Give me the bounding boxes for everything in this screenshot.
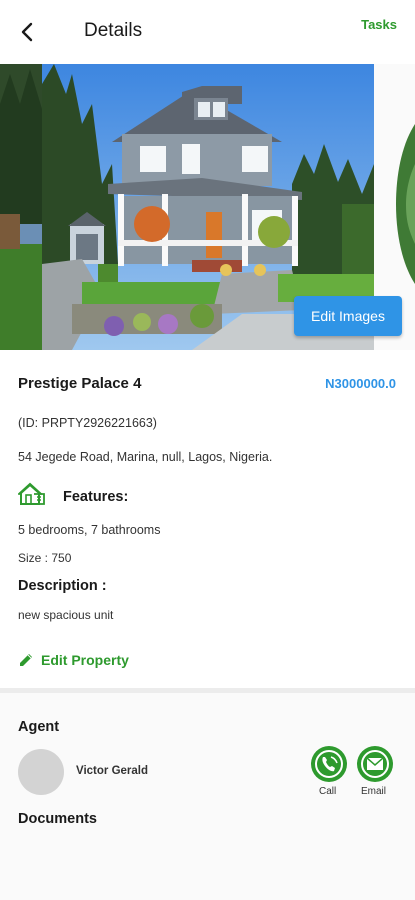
back-button[interactable] — [12, 16, 44, 48]
email-button[interactable] — [357, 746, 393, 782]
call-label: Call — [319, 786, 337, 797]
tasks-button[interactable]: Tasks — [361, 17, 397, 32]
house-icon — [18, 482, 45, 505]
edit-images-button[interactable]: Edit Images — [294, 296, 402, 336]
property-id: (ID: PRPTY2926221663) — [18, 416, 157, 430]
image-carousel[interactable]: Edit Images — [0, 64, 415, 350]
call-button[interactable] — [311, 746, 347, 782]
page-title: Details — [84, 20, 143, 41]
agent-section: Agent Victor Gerald Call Email Documents — [0, 693, 415, 900]
features-heading: Features: — [63, 489, 129, 505]
property-rooms: 5 bedrooms, 7 bathrooms — [18, 523, 161, 537]
arrow-left-icon — [21, 22, 33, 42]
agent-avatar — [18, 749, 64, 795]
property-details: Prestige Palace 4 N3000000.0 (ID: PRPTY2… — [0, 350, 415, 688]
email-label: Email — [361, 786, 387, 797]
description-heading: Description : — [18, 578, 107, 594]
property-image-previous[interactable] — [0, 64, 42, 350]
phone-icon — [315, 750, 343, 778]
property-name: Prestige Palace 4 — [18, 375, 142, 392]
property-description: new spacious unit — [18, 608, 114, 622]
property-price: N3000000.0 — [325, 376, 396, 391]
agent-heading: Agent — [18, 719, 60, 735]
app-bar: Details Tasks — [0, 0, 415, 64]
edit-property-label: Edit Property — [41, 652, 129, 668]
property-address: 54 Jegede Road, Marina, null, Lagos, Nig… — [18, 450, 273, 464]
edit-property-button[interactable]: Edit Property — [18, 652, 129, 668]
documents-heading: Documents — [18, 811, 97, 827]
property-size: Size : 750 — [18, 551, 72, 565]
envelope-icon — [361, 750, 389, 778]
agent-name: Victor Gerald — [76, 765, 149, 777]
pencil-icon — [20, 654, 32, 666]
